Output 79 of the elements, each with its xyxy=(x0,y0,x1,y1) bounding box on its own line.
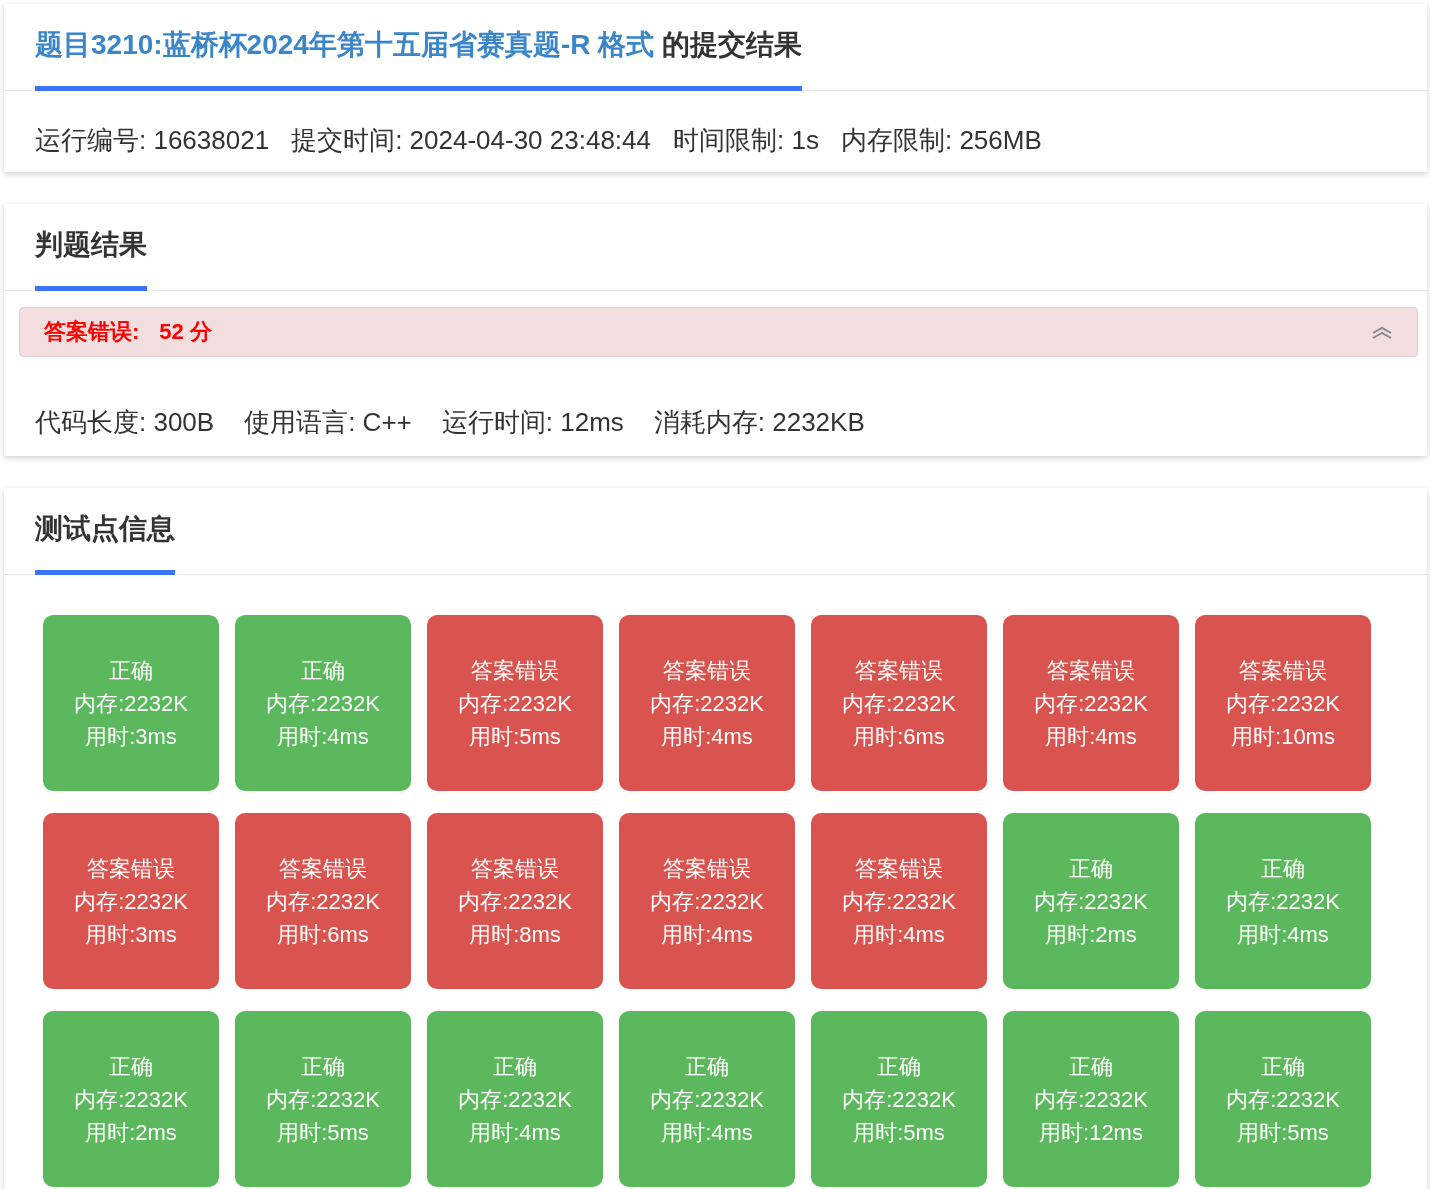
case-memory: 内存:2232K xyxy=(1034,1085,1148,1114)
case-time: 用时:3ms xyxy=(85,920,177,949)
case-status: 答案错误 xyxy=(855,656,943,685)
case-status: 正确 xyxy=(1261,854,1305,883)
case-status: 正确 xyxy=(1069,1052,1113,1081)
case-status: 答案错误 xyxy=(855,854,943,883)
info-text: 内存限制: 256MB xyxy=(840,124,1042,157)
case-status: 正确 xyxy=(109,656,153,685)
case-memory: 内存:2232K xyxy=(74,689,188,718)
case-time: 用时:4ms xyxy=(277,722,369,751)
case-status: 答案错误 xyxy=(1239,656,1327,685)
case-time: 用时:10ms xyxy=(1231,722,1335,751)
case-memory: 内存:2232K xyxy=(842,1085,956,1114)
case-memory: 内存:2232K xyxy=(1034,689,1148,718)
case-memory: 内存:2232K xyxy=(1226,887,1340,916)
info-text: 提交时间: 2024-04-30 23:48:44 xyxy=(291,124,651,157)
case-time: 用时:12ms xyxy=(1039,1118,1143,1147)
verdict-label: 答案错误: xyxy=(44,318,140,346)
case-memory: 内存:2232K xyxy=(1034,887,1148,916)
chevron-up-icon[interactable] xyxy=(1371,325,1393,339)
case-status: 答案错误 xyxy=(1047,656,1135,685)
case-time: 用时:4ms xyxy=(1045,722,1137,751)
case-time: 用时:4ms xyxy=(1237,920,1329,949)
case-memory: 内存:2232K xyxy=(650,689,764,718)
case-memory: 内存:2232K xyxy=(1226,689,1340,718)
case-time: 用时:6ms xyxy=(853,722,945,751)
case-time: 用时:5ms xyxy=(277,1118,369,1147)
case-time: 用时:4ms xyxy=(661,920,753,949)
case-status: 答案错误 xyxy=(279,854,367,883)
case-status: 答案错误 xyxy=(663,656,751,685)
case-status: 答案错误 xyxy=(471,656,559,685)
case-time: 用时:4ms xyxy=(661,1118,753,1147)
case-memory: 内存:2232K xyxy=(650,887,764,916)
case-status: 正确 xyxy=(493,1052,537,1081)
case-status: 正确 xyxy=(685,1052,729,1081)
case-memory: 内存:2232K xyxy=(458,887,572,916)
case-time: 用时:6ms xyxy=(277,920,369,949)
case-time: 用时:4ms xyxy=(469,1118,561,1147)
info-text: 使用语言: C++ xyxy=(244,406,412,439)
case-memory: 内存:2232K xyxy=(842,689,956,718)
info-text: 消耗内存: 2232KB xyxy=(653,406,865,439)
info-text: 运行编号: 16638021 xyxy=(35,124,270,157)
case-status: 正确 xyxy=(1069,854,1113,883)
case-memory: 内存:2232K xyxy=(458,1085,572,1114)
case-time: 用时:3ms xyxy=(85,722,177,751)
case-memory: 内存:2232K xyxy=(74,887,188,916)
case-status: 正确 xyxy=(1261,1052,1305,1081)
score-text: 52 分 xyxy=(159,318,212,346)
case-status: 答案错误 xyxy=(471,854,559,883)
case-time: 用时:5ms xyxy=(469,722,561,751)
case-time: 用时:8ms xyxy=(469,920,561,949)
case-time: 用时:5ms xyxy=(853,1118,945,1147)
case-memory: 内存:2232K xyxy=(266,689,380,718)
page-title: 题目3210:蓝桥杯2024年第十五届省赛真题-R 格式 的提交结果 xyxy=(35,4,802,91)
case-status: 正确 xyxy=(301,1052,345,1081)
problem-link[interactable]: 题目3210:蓝桥杯2024年第十五届省赛真题-R 格式 xyxy=(35,29,655,60)
case-memory: 内存:2232K xyxy=(842,887,956,916)
case-memory: 内存:2232K xyxy=(74,1085,188,1114)
case-time: 用时:4ms xyxy=(661,722,753,751)
case-time: 用时:5ms xyxy=(1237,1118,1329,1147)
case-memory: 内存:2232K xyxy=(458,689,572,718)
case-time: 用时:4ms xyxy=(853,920,945,949)
case-memory: 内存:2232K xyxy=(1226,1085,1340,1114)
verdict-bar[interactable]: 答案错误: 52 分 xyxy=(19,307,1418,357)
case-status: 正确 xyxy=(109,1052,153,1081)
case-memory: 内存:2232K xyxy=(266,1085,380,1114)
case-status: 答案错误 xyxy=(663,854,751,883)
section-heading: 测试点信息 xyxy=(35,488,175,575)
info-text: 运行时间: 12ms xyxy=(441,406,624,439)
info-text: 代码长度: 300B xyxy=(35,406,215,439)
case-time: 用时:2ms xyxy=(85,1118,177,1147)
case-time: 用时:2ms xyxy=(1045,920,1137,949)
case-status: 答案错误 xyxy=(87,854,175,883)
section-heading: 判题结果 xyxy=(35,204,147,291)
case-status: 正确 xyxy=(301,656,345,685)
info-text: 时间限制: 1s xyxy=(673,124,819,157)
case-status: 正确 xyxy=(877,1052,921,1081)
case-memory: 内存:2232K xyxy=(650,1085,764,1114)
case-memory: 内存:2232K xyxy=(266,887,380,916)
